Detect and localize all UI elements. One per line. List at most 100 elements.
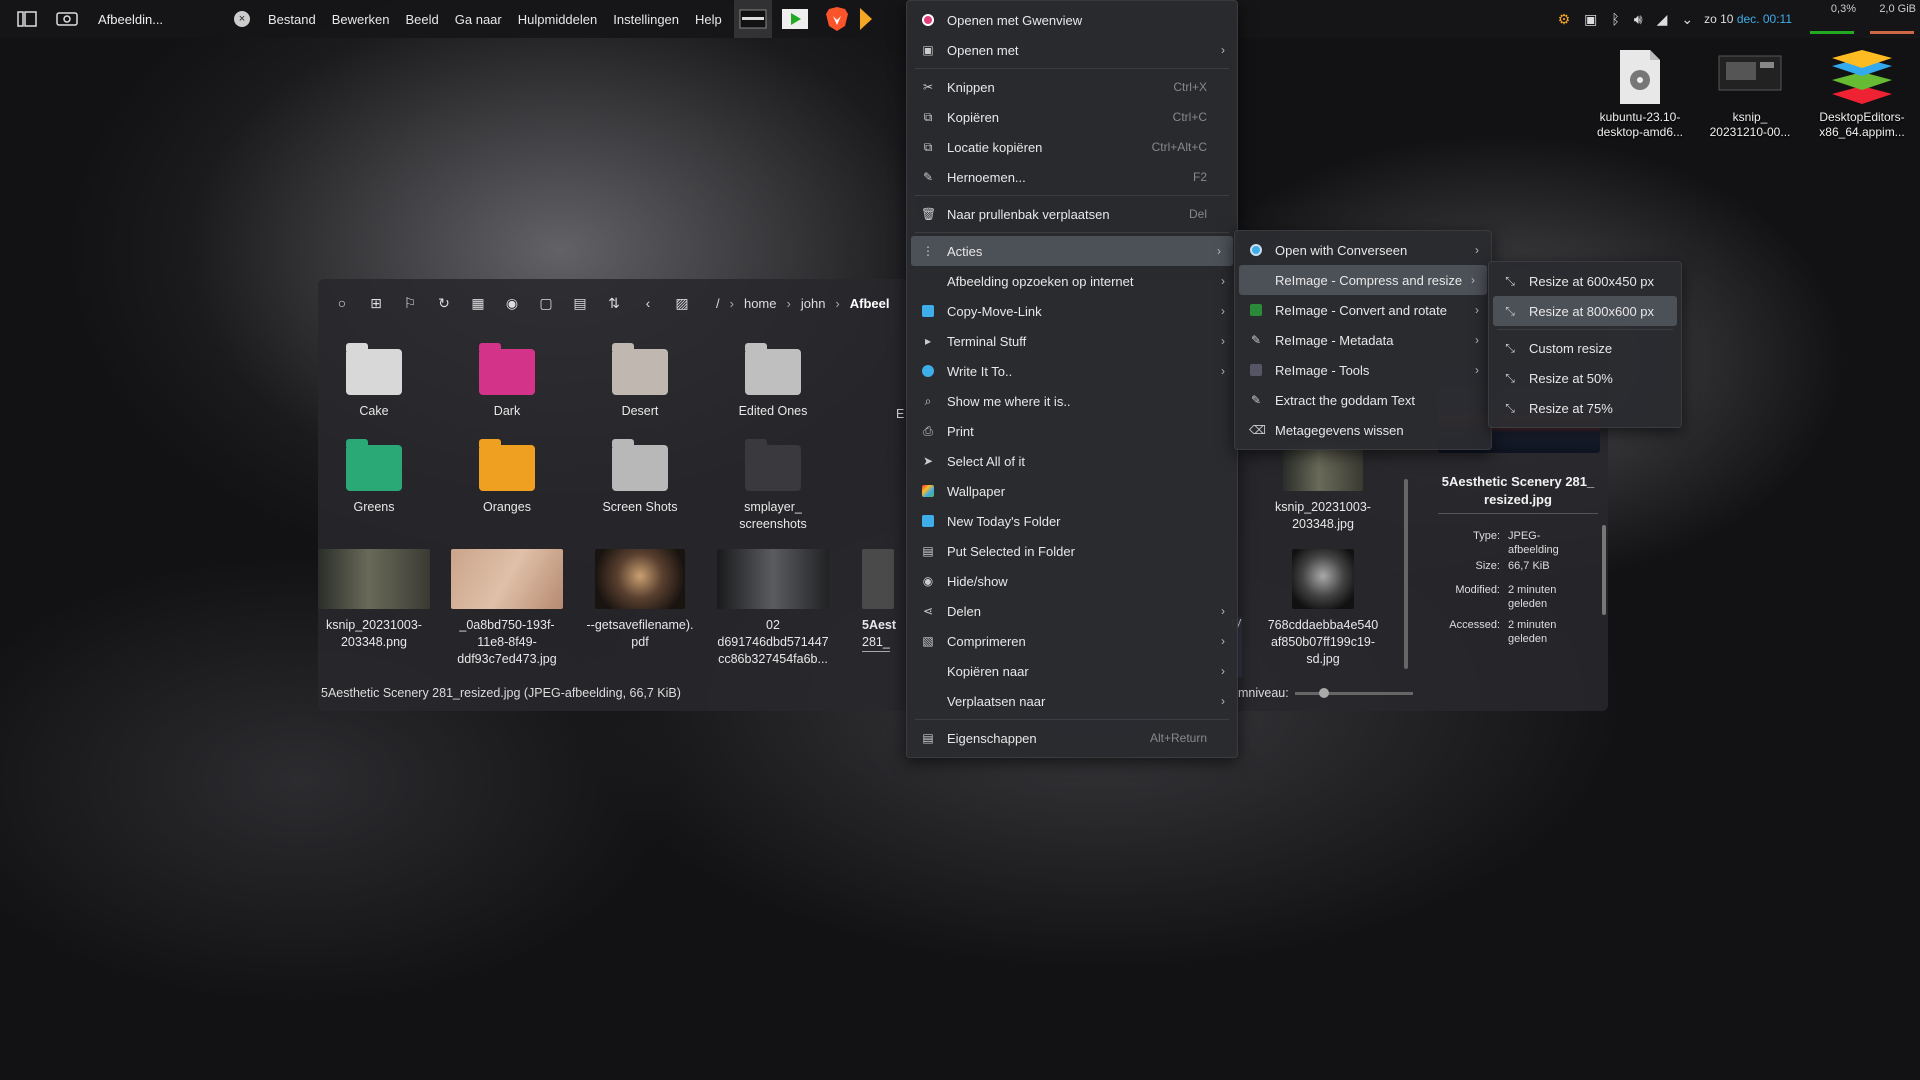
close-window-icon[interactable]: × xyxy=(234,11,250,27)
menu-item-put-selected-in-folder[interactable]: ▤ Put Selected in Folder xyxy=(907,536,1237,566)
menu-item-resize-at-75[interactable]: ⤡ Resize at 75% xyxy=(1489,393,1681,423)
file-item[interactable]: 02 d691746dbd571447 cc86b327454fa6b... xyxy=(708,549,838,668)
split-view-icon[interactable]: ⊞ xyxy=(362,289,390,317)
menu-item-resize-at-50[interactable]: ⤡ Resize at 50% xyxy=(1489,363,1681,393)
file-item[interactable]: 768cddaebba4e540 af850b07ff199c19- sd.jp… xyxy=(1258,549,1388,668)
menu-item-new-today-s-folder[interactable]: New Today's Folder xyxy=(907,506,1237,536)
menu-item-locatie-kopi-ren[interactable]: ⧉ Locatie kopiëren Ctrl+Alt+C xyxy=(907,132,1237,162)
circle-icon[interactable]: ○ xyxy=(328,289,356,317)
menu-item-verplaatsen-naar[interactable]: Verplaatsen naar › xyxy=(907,686,1237,716)
window-layout-icon[interactable] xyxy=(14,6,40,32)
menu-item-openen-met-gwenview[interactable]: Openen met Gwenview xyxy=(907,5,1237,35)
taskbar-brave-icon[interactable] xyxy=(818,0,856,38)
menu-bewerken[interactable]: Bewerken xyxy=(332,12,390,27)
menu-item-select-all-of-it[interactable]: ➤ Select All of it xyxy=(907,446,1237,476)
menu-item-knippen[interactable]: ✂ Knippen Ctrl+X xyxy=(907,72,1237,102)
menu-hulpmiddelen[interactable]: Hulpmiddelen xyxy=(518,12,598,27)
new-file-icon[interactable]: ▢ xyxy=(532,289,560,317)
file-item[interactable]: _0a8bd750-193f- 11e8-8f49- ddf93c7ed473.… xyxy=(442,549,572,668)
menu-item-hernoemen[interactable]: ✎ Hernoemen... F2 xyxy=(907,162,1237,192)
folder-item[interactable]: Cake xyxy=(309,343,439,420)
cpu-monitor[interactable]: 0,3% xyxy=(1804,0,1860,38)
menu-item-reimage-convert-and-rotate[interactable]: ReImage - Convert and rotate › xyxy=(1235,295,1491,325)
memory-monitor[interactable]: 2,0 GiB xyxy=(1864,0,1920,38)
menu-item-custom-resize[interactable]: ⤡ Custom resize xyxy=(1489,333,1681,363)
menu-item-extract-the-goddam-text[interactable]: ✎ Extract the goddam Text xyxy=(1235,385,1491,415)
active-window-title[interactable]: Afbeeldin... xyxy=(98,12,228,27)
menu-item-resize-at-800x600-px[interactable]: ⤡ Resize at 800x600 px xyxy=(1493,296,1677,326)
menu-item-label: Metagegevens wissen xyxy=(1275,422,1404,438)
desktop-icon-kubuntu-iso[interactable]: kubuntu-23.10- desktop-amd6... xyxy=(1590,48,1690,140)
folder-item[interactable]: Greens xyxy=(309,439,439,516)
bookmark-icon[interactable]: ⚐ xyxy=(396,289,424,317)
menu-item-comprimeren[interactable]: ▧ Comprimeren › xyxy=(907,626,1237,656)
desktop-icon-ksnip[interactable]: ksnip_ 20231210-00... xyxy=(1700,48,1800,140)
file-item[interactable]: ksnip_20231003- 203348.jpg xyxy=(1258,445,1388,533)
view-mode-icon[interactable]: ▦ xyxy=(464,289,492,317)
menu-help[interactable]: Help xyxy=(695,12,722,27)
file-item-selected[interactable]: 5Aest 281_ xyxy=(862,549,902,652)
menu-item-kopi-ren-naar[interactable]: Kopiëren naar › xyxy=(907,656,1237,686)
chevron-down-icon[interactable]: ⌄ xyxy=(1681,11,1693,28)
image-icon[interactable]: ▨ xyxy=(668,289,696,317)
menu-item-copy-move-link[interactable]: Copy-Move-Link › xyxy=(907,296,1237,326)
clock[interactable]: zo 10 dec. 00:11 xyxy=(1704,12,1792,26)
breadcrumb-current[interactable]: Afbeel xyxy=(850,296,890,311)
scrollbar[interactable] xyxy=(1404,479,1408,669)
menu-item-resize-at-600x450-px[interactable]: ⤡ Resize at 600x450 px xyxy=(1489,266,1681,296)
file-item[interactable]: ksnip_20231003- 203348.png xyxy=(309,549,439,651)
menu-item-reimage-compress-and-resize[interactable]: ReImage - Compress and resize › xyxy=(1239,265,1487,295)
menu-item-open-with-converseen[interactable]: Open with Converseen › xyxy=(1235,235,1491,265)
network-icon[interactable]: ◢ xyxy=(1657,11,1668,28)
breadcrumb-home[interactable]: home xyxy=(744,296,777,311)
sort-icon[interactable]: ⇅ xyxy=(600,289,628,317)
volume-icon[interactable]: 🔊︎ xyxy=(1634,11,1643,28)
bluetooth-icon[interactable]: ᛒ xyxy=(1611,11,1619,27)
menu-item-openen-met[interactable]: ▣ Openen met › xyxy=(907,35,1237,65)
file-item[interactable]: --getsavefilename). pdf xyxy=(575,549,705,651)
menu-item-reimage-metadata[interactable]: ✎ ReImage - Metadata › xyxy=(1235,325,1491,355)
breadcrumb-root[interactable]: / xyxy=(716,296,720,311)
zoom-slider-handle[interactable] xyxy=(1318,687,1329,698)
copy-icon: ⧉ xyxy=(923,110,933,124)
folder-item[interactable]: Desert xyxy=(575,343,705,420)
menu-item-write-it-to[interactable]: Write It To.. › xyxy=(907,356,1237,386)
converseen-icon xyxy=(1249,243,1263,257)
menu-bestand[interactable]: Bestand xyxy=(268,12,316,27)
folder-item[interactable]: Dark xyxy=(442,343,572,420)
taskbar-media-player-icon[interactable] xyxy=(776,0,814,38)
menu-item-print[interactable]: ⎙ Print xyxy=(907,416,1237,446)
menu-item-naar-prullenbak-verplaatsen[interactable]: 🗑︎ Naar prullenbak verplaatsen Del xyxy=(907,199,1237,229)
menu-item-reimage-tools[interactable]: ReImage - Tools › xyxy=(1235,355,1491,385)
folder-item[interactable]: Oranges xyxy=(442,439,572,516)
menu-item-metagegevens-wissen[interactable]: ⌫ Metagegevens wissen xyxy=(1235,415,1491,445)
breadcrumb-john[interactable]: john xyxy=(801,296,826,311)
folder-item[interactable]: Screen Shots xyxy=(575,439,705,516)
desktop-icon-desktopeditors[interactable]: DesktopEditors- x86_64.appim... xyxy=(1812,48,1912,140)
taskbar-terminal-icon[interactable] xyxy=(733,0,772,38)
preview-icon[interactable]: ◉ xyxy=(498,289,526,317)
menu-item-afbeelding-opzoeken-op-internet[interactable]: Afbeelding opzoeken op internet › xyxy=(907,266,1237,296)
menu-item-acties[interactable]: ⋮ Acties › xyxy=(911,236,1233,266)
taskbar-app-icon[interactable] xyxy=(859,0,872,38)
reload-icon[interactable]: ↻ xyxy=(430,289,458,317)
menu-item-kopi-ren[interactable]: ⧉ Kopiëren Ctrl+C xyxy=(907,102,1237,132)
menu-instellingen[interactable]: Instellingen xyxy=(613,12,679,27)
screenshot-icon[interactable] xyxy=(54,6,80,32)
clipboard-icon[interactable]: ▣ xyxy=(1584,11,1597,28)
calendar-icon[interactable]: ▤ xyxy=(566,289,594,317)
back-icon[interactable]: ‹ xyxy=(634,289,662,317)
menu-beeld[interactable]: Beeld xyxy=(406,12,439,27)
folder-item[interactable]: smplayer_ screenshots xyxy=(708,439,838,533)
menu-item-show-me-where-it-is[interactable]: ⌕ Show me where it is.. xyxy=(907,386,1237,416)
menu-item-wallpaper[interactable]: Wallpaper xyxy=(907,476,1237,506)
menu-item-hide-show[interactable]: ◉ Hide/show xyxy=(907,566,1237,596)
folder-item[interactable]: Edited Ones xyxy=(708,343,838,420)
menu-item-delen[interactable]: ⋖ Delen › xyxy=(907,596,1237,626)
scrollbar[interactable] xyxy=(1602,525,1606,615)
update-notifier-icon[interactable]: ⚙ xyxy=(1558,11,1571,28)
menu-item-eigenschappen[interactable]: ▤ Eigenschappen Alt+Return xyxy=(907,723,1237,753)
menu-item-terminal-stuff[interactable]: ▸ Terminal Stuff › xyxy=(907,326,1237,356)
zoom-slider[interactable] xyxy=(1294,687,1413,698)
menu-ga-naar[interactable]: Ga naar xyxy=(455,12,502,27)
